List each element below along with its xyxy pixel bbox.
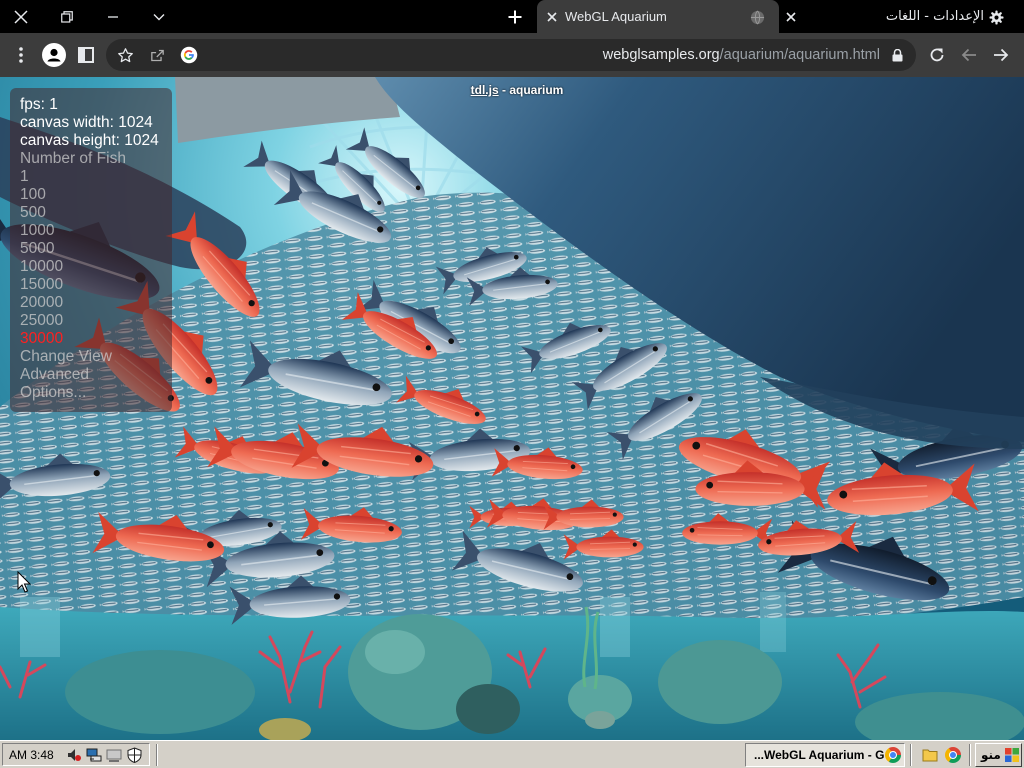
network-tray-icon[interactable] <box>85 746 103 764</box>
restore-window-button[interactable] <box>52 2 82 32</box>
profile-button[interactable] <box>40 41 68 69</box>
monitor-icon <box>106 749 122 762</box>
new-tab-button[interactable] <box>500 2 530 32</box>
windows-taskbar: AM 3:48 ...WebGL Aquarium - G منو <box>0 740 1024 768</box>
reload-icon <box>930 48 944 62</box>
network-icon <box>86 748 102 762</box>
forward-button[interactable] <box>987 41 1015 69</box>
plus-icon <box>508 10 522 24</box>
close-icon <box>14 10 28 24</box>
close-icon <box>786 12 796 22</box>
close-icon <box>547 12 557 22</box>
url-host: webglsamples.org <box>602 47 720 63</box>
fish-option-25000[interactable]: 25000 <box>20 312 172 330</box>
chrome-icon <box>885 747 901 763</box>
fps-readout: fps: 1 <box>20 96 58 113</box>
share-icon <box>150 49 164 61</box>
fish-option-5000[interactable]: 5000 <box>20 240 172 258</box>
fish-option-1000[interactable]: 1000 <box>20 222 172 240</box>
site-info-button[interactable] <box>888 46 906 64</box>
minimize-window-button[interactable] <box>98 2 128 32</box>
security-tray-icon[interactable] <box>125 746 143 764</box>
tab-webgl-aquarium[interactable]: WebGL Aquarium <box>537 0 779 33</box>
tab-title: الإعدادات - اللغات <box>885 9 984 24</box>
change-view-button[interactable]: Change View <box>20 348 172 366</box>
canvas-width-readout: canvas width: 1024 <box>20 114 153 131</box>
reload-button[interactable] <box>923 41 951 69</box>
tab-search-button[interactable] <box>144 2 174 32</box>
share-button[interactable] <box>143 41 171 69</box>
fish-option-10000[interactable]: 10000 <box>20 258 172 276</box>
quick-launch-chrome[interactable] <box>943 745 963 765</box>
speaker-icon <box>68 749 81 761</box>
restore-icon <box>61 11 73 23</box>
stats-panel: fps: 1 canvas width: 1024 canvas height:… <box>10 88 172 412</box>
kebab-menu-icon <box>19 47 23 63</box>
close-window-button[interactable] <box>6 2 36 32</box>
taskbar-separator <box>156 744 158 766</box>
tab-close-button[interactable] <box>544 9 560 25</box>
side-panel-button[interactable] <box>72 39 100 71</box>
fish-option-1[interactable]: 1 <box>20 168 172 186</box>
tab-strip: WebGL Aquarium الإعدادات - اللغات <box>0 0 1024 33</box>
back-button[interactable] <box>955 41 983 69</box>
task-button-label: ...WebGL Aquarium - G <box>754 748 885 762</box>
tray-app-icon[interactable] <box>105 746 123 764</box>
chevron-down-icon <box>153 14 165 21</box>
side-panel-icon <box>78 47 94 63</box>
folder-icon <box>922 749 938 762</box>
start-label: منو <box>981 748 1001 762</box>
url-path: /aquarium/aquarium.html <box>719 47 880 63</box>
fish-option-100[interactable]: 100 <box>20 186 172 204</box>
system-tray: AM 3:48 <box>2 743 150 766</box>
fish-option-30000[interactable]: 30000 <box>20 330 172 348</box>
options-button[interactable]: Options... <box>20 384 172 402</box>
forward-arrow-icon <box>994 48 1009 62</box>
web-page-content: tdl.js - aquarium fps: 1 canvas width: 1… <box>0 77 1024 740</box>
windows-logo-icon <box>1005 748 1019 762</box>
globe-icon <box>750 10 764 24</box>
fish-option-15000[interactable]: 15000 <box>20 276 172 294</box>
tab-favicon <box>749 9 765 25</box>
taskbar-separator <box>969 744 971 766</box>
number-of-fish-label: Number of Fish <box>20 150 126 167</box>
tdl-js-link[interactable]: tdl.js <box>471 83 499 97</box>
tab-close-button-settings[interactable] <box>783 9 799 25</box>
tab-settings-languages[interactable]: الإعدادات - اللغات <box>808 0 1024 33</box>
lock-icon <box>892 48 902 61</box>
start-button[interactable]: منو <box>975 743 1022 767</box>
tab-favicon <box>988 9 1004 25</box>
chrome-icon <box>945 747 961 763</box>
back-arrow-icon <box>961 48 976 62</box>
profile-icon <box>42 43 66 67</box>
taskbar-separator <box>910 744 912 766</box>
gear-icon <box>988 9 1004 25</box>
quick-launch-explorer[interactable] <box>920 745 940 765</box>
volume-tray-icon[interactable] <box>65 746 83 764</box>
task-button-webgl-aquarium[interactable]: ...WebGL Aquarium - G <box>745 743 905 767</box>
star-icon <box>117 47 133 62</box>
google-lens-button[interactable] <box>175 41 203 69</box>
advanced-button[interactable]: Advanced <box>20 366 172 384</box>
canvas-height-readout: canvas height: 1024 <box>20 132 159 149</box>
shield-icon <box>127 747 141 763</box>
fish-option-20000[interactable]: 20000 <box>20 294 172 312</box>
minimize-icon <box>108 16 118 18</box>
page-header-suffix: - aquarium <box>498 83 564 97</box>
tab-title: WebGL Aquarium <box>565 9 667 24</box>
url-text[interactable]: webglsamples.org/aquarium/aquarium.html <box>603 47 880 63</box>
fish-option-500[interactable]: 500 <box>20 204 172 222</box>
browser-menu-button[interactable] <box>6 39 36 71</box>
google-icon <box>180 46 198 64</box>
clock[interactable]: AM 3:48 <box>9 748 54 762</box>
bookmark-star-button[interactable] <box>111 41 139 69</box>
